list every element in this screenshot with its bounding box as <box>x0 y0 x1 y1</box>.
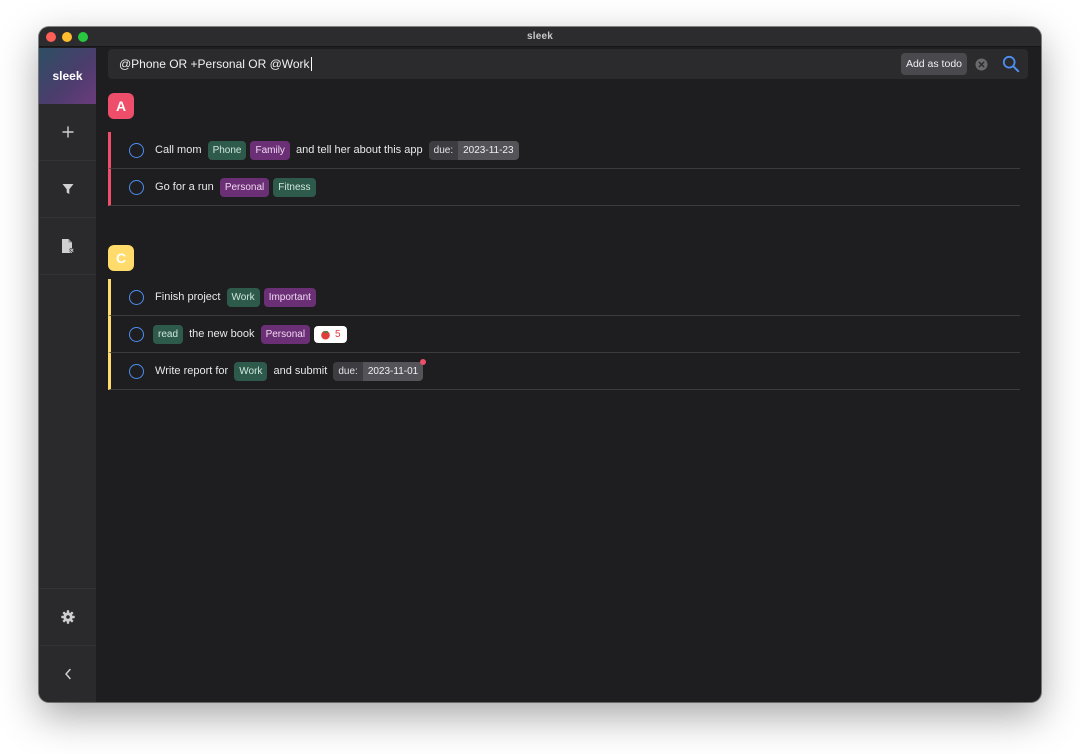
close-window-button[interactable] <box>46 32 56 42</box>
due-label: due: <box>333 361 363 381</box>
todo-text: Finish project <box>152 291 224 303</box>
text-caret <box>310 57 312 71</box>
clear-search-button[interactable] <box>975 58 988 71</box>
todo-item[interactable]: Finish project Work Important <box>108 279 1020 316</box>
todo-item[interactable]: read the new book Personal 5 <box>108 316 1020 353</box>
add-todo-button[interactable] <box>39 104 96 161</box>
minimize-window-button[interactable] <box>62 32 72 42</box>
filter-button[interactable] <box>39 161 96 218</box>
window-title: sleek <box>526 31 554 42</box>
todo-text: Call mom <box>152 144 205 156</box>
clear-circle-icon <box>975 58 988 70</box>
collapse-sidebar-button[interactable] <box>39 645 96 702</box>
context-tag[interactable]: Work <box>234 361 268 381</box>
settings-button[interactable] <box>39 588 96 645</box>
todo-text: the new book <box>186 328 258 340</box>
app-window: sleek sleek @Phone OR +Personal OR @Work… <box>39 27 1041 702</box>
file-archive-icon <box>61 239 74 253</box>
archive-button[interactable] <box>39 218 96 275</box>
project-tag[interactable]: Personal <box>219 177 270 197</box>
due-date-value: 2023-11-23 <box>458 140 519 160</box>
main-content: @Phone OR +Personal OR @Work Add as todo… <box>96 48 1041 702</box>
complete-checkbox[interactable] <box>129 363 144 379</box>
priority-badge-a: A <box>108 93 134 119</box>
app-logo: sleek <box>39 48 96 104</box>
project-tag[interactable]: Important <box>263 287 316 307</box>
context-tag[interactable]: Fitness <box>273 177 316 197</box>
due-date-value: 2023-11-01 <box>362 361 424 381</box>
project-tag[interactable]: Family <box>250 140 290 160</box>
todo-group-c: Finish project Work Important read the new… <box>108 279 1020 390</box>
search-input[interactable]: @Phone OR +Personal OR @Work <box>119 57 901 71</box>
search-icon <box>1002 55 1020 73</box>
window-controls <box>46 32 88 42</box>
project-tag[interactable]: Personal <box>260 324 311 344</box>
complete-checkbox[interactable] <box>129 179 144 195</box>
chevron-left-icon <box>64 668 71 680</box>
context-tag[interactable]: Work <box>226 287 260 307</box>
search-bar: @Phone OR +Personal OR @Work Add as todo <box>108 49 1028 79</box>
due-date-badge[interactable]: due: 2023-11-01 <box>333 358 427 381</box>
todo-text: Write report for <box>152 365 232 377</box>
title-bar: sleek <box>39 27 1041 47</box>
gear-icon <box>60 610 75 624</box>
complete-checkbox[interactable] <box>129 142 144 158</box>
todo-item[interactable]: Write report for Work and submit due: 202… <box>108 353 1020 390</box>
complete-checkbox[interactable] <box>129 289 144 305</box>
tomato-icon <box>320 329 331 340</box>
todo-item[interactable]: Call mom Phone Family and tell her about … <box>108 132 1020 169</box>
maximize-window-button[interactable] <box>78 32 88 42</box>
pomodoro-count: 5 <box>335 328 341 340</box>
todo-text: and submit <box>270 365 331 377</box>
todo-group-a: Call mom Phone Family and tell her about … <box>108 132 1020 206</box>
todo-text: Go for a run <box>152 181 217 193</box>
priority-badge-c: C <box>108 245 134 271</box>
filter-icon <box>62 184 73 194</box>
context-tag[interactable]: Phone <box>207 140 247 160</box>
sidebar: sleek <box>39 48 96 702</box>
search-input-value: @Phone OR +Personal OR @Work <box>119 57 310 71</box>
context-tag[interactable]: read <box>153 324 184 344</box>
add-as-todo-button[interactable]: Add as todo <box>900 53 967 75</box>
plus-icon <box>61 126 74 138</box>
due-label: due: <box>428 140 459 160</box>
overdue-indicator <box>420 358 427 365</box>
todo-text: and tell her about this app <box>292 144 426 156</box>
search-button[interactable] <box>1002 55 1020 73</box>
todo-item[interactable]: Go for a run Personal Fitness <box>108 169 1020 206</box>
due-date-badge[interactable]: due: 2023-11-23 <box>428 140 519 160</box>
complete-checkbox[interactable] <box>129 326 144 342</box>
pomodoro-badge[interactable]: 5 <box>314 325 347 343</box>
